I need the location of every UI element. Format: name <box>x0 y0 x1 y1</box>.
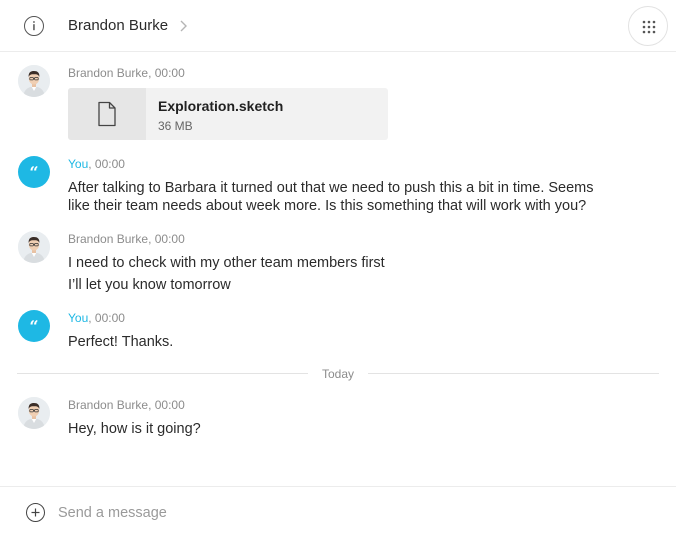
message-input[interactable] <box>58 501 648 525</box>
quote-icon: “ <box>29 163 38 182</box>
sender-name-you: You <box>68 157 89 171</box>
sender-name: Brandon Burke <box>68 66 149 80</box>
avatar-you[interactable]: “ <box>18 310 50 342</box>
sender-name-you: You <box>68 311 89 325</box>
message-meta: You, 00:00 <box>68 311 125 325</box>
avatar[interactable] <box>18 231 50 263</box>
message-time: , 00:00 <box>148 398 185 412</box>
chevron-right-icon[interactable] <box>178 19 188 33</box>
message-time: , 00:00 <box>148 232 185 246</box>
message-text: After talking to Barbara it turned out t… <box>68 180 594 196</box>
file-attachment[interactable]: Exploration.sketch 36 MB <box>68 88 388 140</box>
message-text: Perfect! Thanks. <box>68 334 174 350</box>
message-text: I’ll let you know tomorrow <box>68 277 231 293</box>
message-time: , 00:00 <box>88 157 125 171</box>
date-divider-label: Today <box>321 367 355 381</box>
svg-text:“: “ <box>29 163 38 182</box>
file-icon <box>98 101 116 127</box>
message-composer <box>0 486 676 538</box>
avatar[interactable] <box>18 65 50 97</box>
message-time: , 00:00 <box>148 66 185 80</box>
file-size: 36 MB <box>158 119 193 133</box>
info-icon[interactable] <box>24 16 44 36</box>
sender-name: Brandon Burke <box>68 232 149 246</box>
quote-icon: “ <box>29 317 38 336</box>
message-meta: Brandon Burke, 00:00 <box>68 66 185 80</box>
message-meta: Brandon Burke, 00:00 <box>68 398 185 412</box>
file-name: Exploration.sketch <box>158 98 284 114</box>
message-time: , 00:00 <box>88 311 125 325</box>
message-text: Hey, how is it going? <box>68 421 201 437</box>
chat-header: Brandon Burke <box>0 0 676 52</box>
avatar[interactable] <box>18 397 50 429</box>
message-meta: Brandon Burke, 00:00 <box>68 232 185 246</box>
message-meta: You, 00:00 <box>68 157 125 171</box>
svg-text:“: “ <box>29 317 38 336</box>
plus-circle-icon[interactable] <box>26 503 45 522</box>
avatar-you[interactable]: “ <box>18 156 50 188</box>
sender-name: Brandon Burke <box>68 398 149 412</box>
date-divider-line <box>368 373 659 374</box>
date-divider-line <box>17 373 308 374</box>
file-icon-box <box>68 88 146 140</box>
message-text: like their team needs about week more. I… <box>68 198 587 214</box>
message-text: I need to check with my other team membe… <box>68 255 385 271</box>
grid-dots-icon[interactable] <box>628 6 668 46</box>
contact-name[interactable]: Brandon Burke <box>68 17 168 34</box>
